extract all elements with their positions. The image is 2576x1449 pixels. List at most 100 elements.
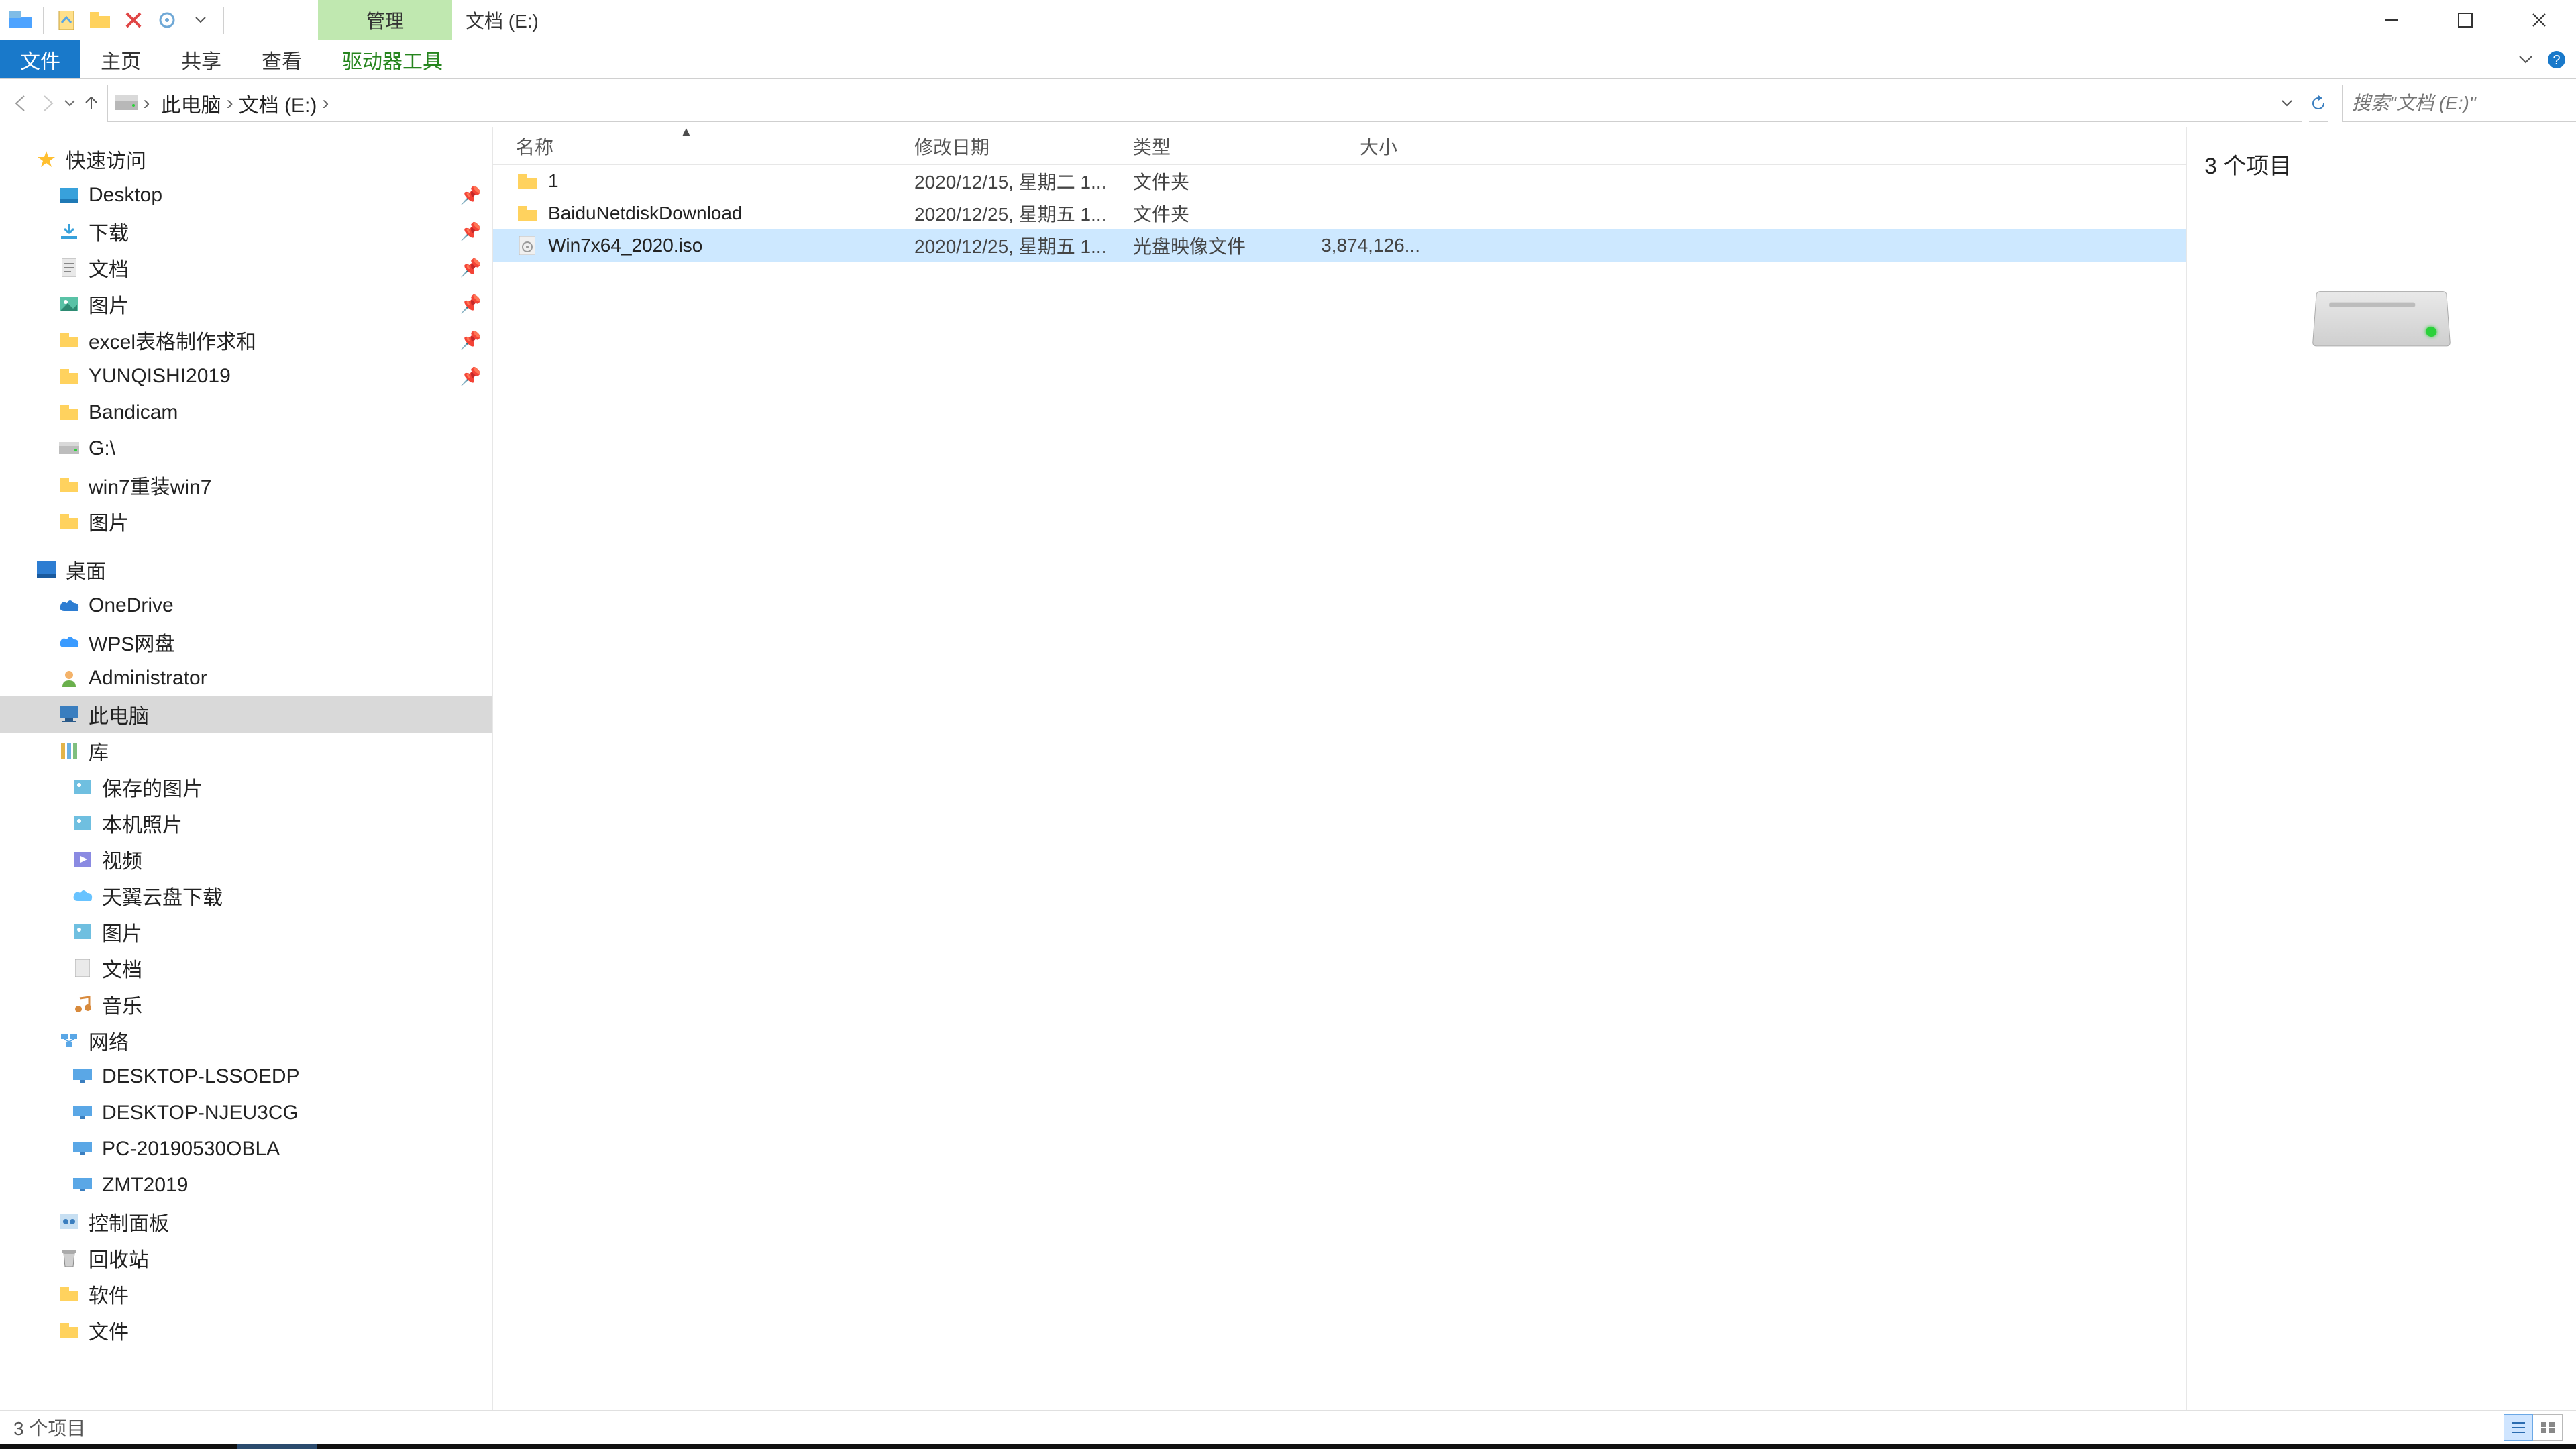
tree-item[interactable]: 控制面板	[0, 1203, 492, 1240]
file-row[interactable]: BaiduNetdiskDownload 2020/12/25, 星期五 1..…	[493, 197, 2186, 229]
app-icon[interactable]	[5, 5, 36, 36]
file-date: 2020/12/15, 星期二 1...	[914, 168, 1133, 195]
tree-label: G:\	[89, 437, 115, 460]
window-controls	[2355, 0, 2576, 40]
tree-item[interactable]: 库	[0, 733, 492, 769]
qa-settings-icon[interactable]	[152, 5, 182, 36]
tree-item[interactable]: 图片	[0, 914, 492, 950]
tree-item[interactable]: WPS网盘	[0, 624, 492, 660]
address-bar[interactable]: › 此电脑 › 文档 (E:) ›	[107, 85, 2302, 122]
task-view-button[interactable]	[158, 1444, 237, 1449]
address-dropdown-icon[interactable]	[2272, 100, 2302, 107]
tree-quick-access[interactable]: 快速访问	[0, 141, 492, 177]
tree-item[interactable]: excel表格制作求和 📌	[0, 322, 492, 358]
tree-item[interactable]: Bandicam	[0, 394, 492, 431]
col-size[interactable]: 大小	[1291, 133, 1417, 160]
breadcrumb-sep[interactable]: ›	[227, 92, 233, 115]
minimize-button[interactable]	[2355, 0, 2428, 40]
view-details-button[interactable]	[2504, 1414, 2533, 1441]
maximize-button[interactable]	[2428, 0, 2502, 40]
tree-item[interactable]: Administrator	[0, 660, 492, 696]
tree-item[interactable]: 天翼云盘下载	[0, 877, 492, 914]
breadcrumb-sep[interactable]: ›	[322, 92, 329, 115]
tree-item[interactable]: 本机照片	[0, 805, 492, 841]
search-input[interactable]	[2343, 93, 2576, 114]
qa-new-folder-icon[interactable]	[85, 5, 115, 36]
tree-item[interactable]: 此电脑	[0, 696, 492, 733]
pictures-icon	[58, 297, 80, 311]
tab-home[interactable]: 主页	[80, 40, 161, 78]
column-headers: ▲ 名称 修改日期 类型 大小	[493, 127, 2186, 165]
tree-item[interactable]: 音乐	[0, 986, 492, 1022]
tab-view[interactable]: 查看	[241, 40, 322, 78]
tree-item[interactable]: DESKTOP-NJEU3CG	[0, 1095, 492, 1131]
navigation-pane[interactable]: 快速访问 Desktop 📌 下载 📌 文档 📌 图片 📌	[0, 127, 493, 1410]
taskbar-explorer-button[interactable]	[237, 1444, 317, 1449]
qa-properties-icon[interactable]	[51, 5, 82, 36]
tree-item[interactable]: 文档 📌	[0, 250, 492, 286]
tree-item[interactable]: 图片	[0, 503, 492, 539]
tree-label: 网络	[89, 1026, 129, 1055]
window-title: 文档 (E:)	[452, 0, 539, 40]
tree-label: 下载	[89, 217, 129, 246]
tree-item[interactable]: 软件	[0, 1276, 492, 1312]
tree-label: win7重装win7	[89, 470, 211, 500]
tree-item[interactable]: 图片 📌	[0, 286, 492, 322]
tree-item[interactable]: 视频	[0, 841, 492, 877]
breadcrumb-sep[interactable]: ›	[138, 92, 156, 115]
tab-drive-tools[interactable]: 驱动器工具	[322, 40, 463, 78]
tree-item[interactable]: DESKTOP-LSSOEDP	[0, 1059, 492, 1095]
help-icon[interactable]: ?	[2546, 50, 2567, 70]
file-row[interactable]: 1 2020/12/15, 星期二 1... 文件夹	[493, 165, 2186, 197]
desktop-icon	[58, 188, 80, 203]
tree-item[interactable]: 回收站	[0, 1240, 492, 1276]
col-name[interactable]: 名称	[493, 133, 892, 160]
tree-item[interactable]: ZMT2019	[0, 1167, 492, 1203]
tree-desktop[interactable]: 桌面	[0, 551, 492, 588]
file-row[interactable]: Win7x64_2020.iso 2020/12/25, 星期五 1... 光盘…	[493, 229, 2186, 262]
star-icon	[35, 150, 58, 168]
file-rows[interactable]: 1 2020/12/15, 星期二 1... 文件夹 BaiduNetdiskD…	[493, 165, 2186, 1410]
tree-item[interactable]: 文档	[0, 950, 492, 986]
tree-item[interactable]: Desktop 📌	[0, 177, 492, 213]
tree-label: WPS网盘	[89, 627, 174, 657]
col-type[interactable]: 类型	[1110, 133, 1291, 160]
ribbon-expand-icon[interactable]	[2518, 55, 2533, 64]
tree-item[interactable]: 下载 📌	[0, 213, 492, 250]
nav-up-button[interactable]	[82, 87, 101, 120]
qa-dropdown-icon[interactable]	[185, 5, 216, 36]
breadcrumb-drive-e[interactable]: 文档 (E:)	[233, 89, 323, 118]
tree-item[interactable]: 保存的图片	[0, 769, 492, 805]
close-button[interactable]	[2502, 0, 2576, 40]
tree-label: YUNQISHI2019	[89, 365, 231, 388]
folder-icon	[58, 405, 80, 420]
folder-icon	[58, 478, 80, 492]
tree-label: excel表格制作求和	[89, 325, 256, 355]
tree-item[interactable]: OneDrive	[0, 588, 492, 624]
tree-item[interactable]: G:\	[0, 431, 492, 467]
taskbar-search-button[interactable]	[79, 1444, 158, 1449]
tree-item[interactable]: YUNQISHI2019 📌	[0, 358, 492, 394]
user-icon	[58, 669, 80, 687]
contextual-tab-header: 管理	[318, 0, 452, 40]
breadcrumb-this-pc[interactable]: 此电脑	[156, 89, 227, 118]
qa-delete-icon[interactable]	[118, 5, 149, 36]
tree-item[interactable]: 文件	[0, 1312, 492, 1348]
search-box[interactable]	[2342, 85, 2576, 122]
doc-icon	[71, 959, 94, 977]
refresh-button[interactable]	[2309, 85, 2328, 122]
col-date[interactable]: 修改日期	[892, 133, 1110, 160]
nav-back-button[interactable]	[11, 87, 31, 120]
tree-network[interactable]: 网络	[0, 1022, 492, 1059]
tab-share[interactable]: 共享	[161, 40, 241, 78]
nav-forward-button[interactable]	[38, 87, 58, 120]
tab-file[interactable]: 文件	[0, 40, 80, 78]
title-bar: 管理 文档 (E:)	[0, 0, 2576, 40]
nav-history-dropdown[interactable]	[64, 87, 75, 120]
start-button[interactable]	[0, 1444, 79, 1449]
view-large-icons-button[interactable]	[2533, 1414, 2563, 1441]
pin-icon: 📌	[460, 258, 482, 278]
tree-item[interactable]: PC-20190530OBLA	[0, 1131, 492, 1167]
folder-icon	[58, 514, 80, 529]
tree-item[interactable]: win7重装win7	[0, 467, 492, 503]
